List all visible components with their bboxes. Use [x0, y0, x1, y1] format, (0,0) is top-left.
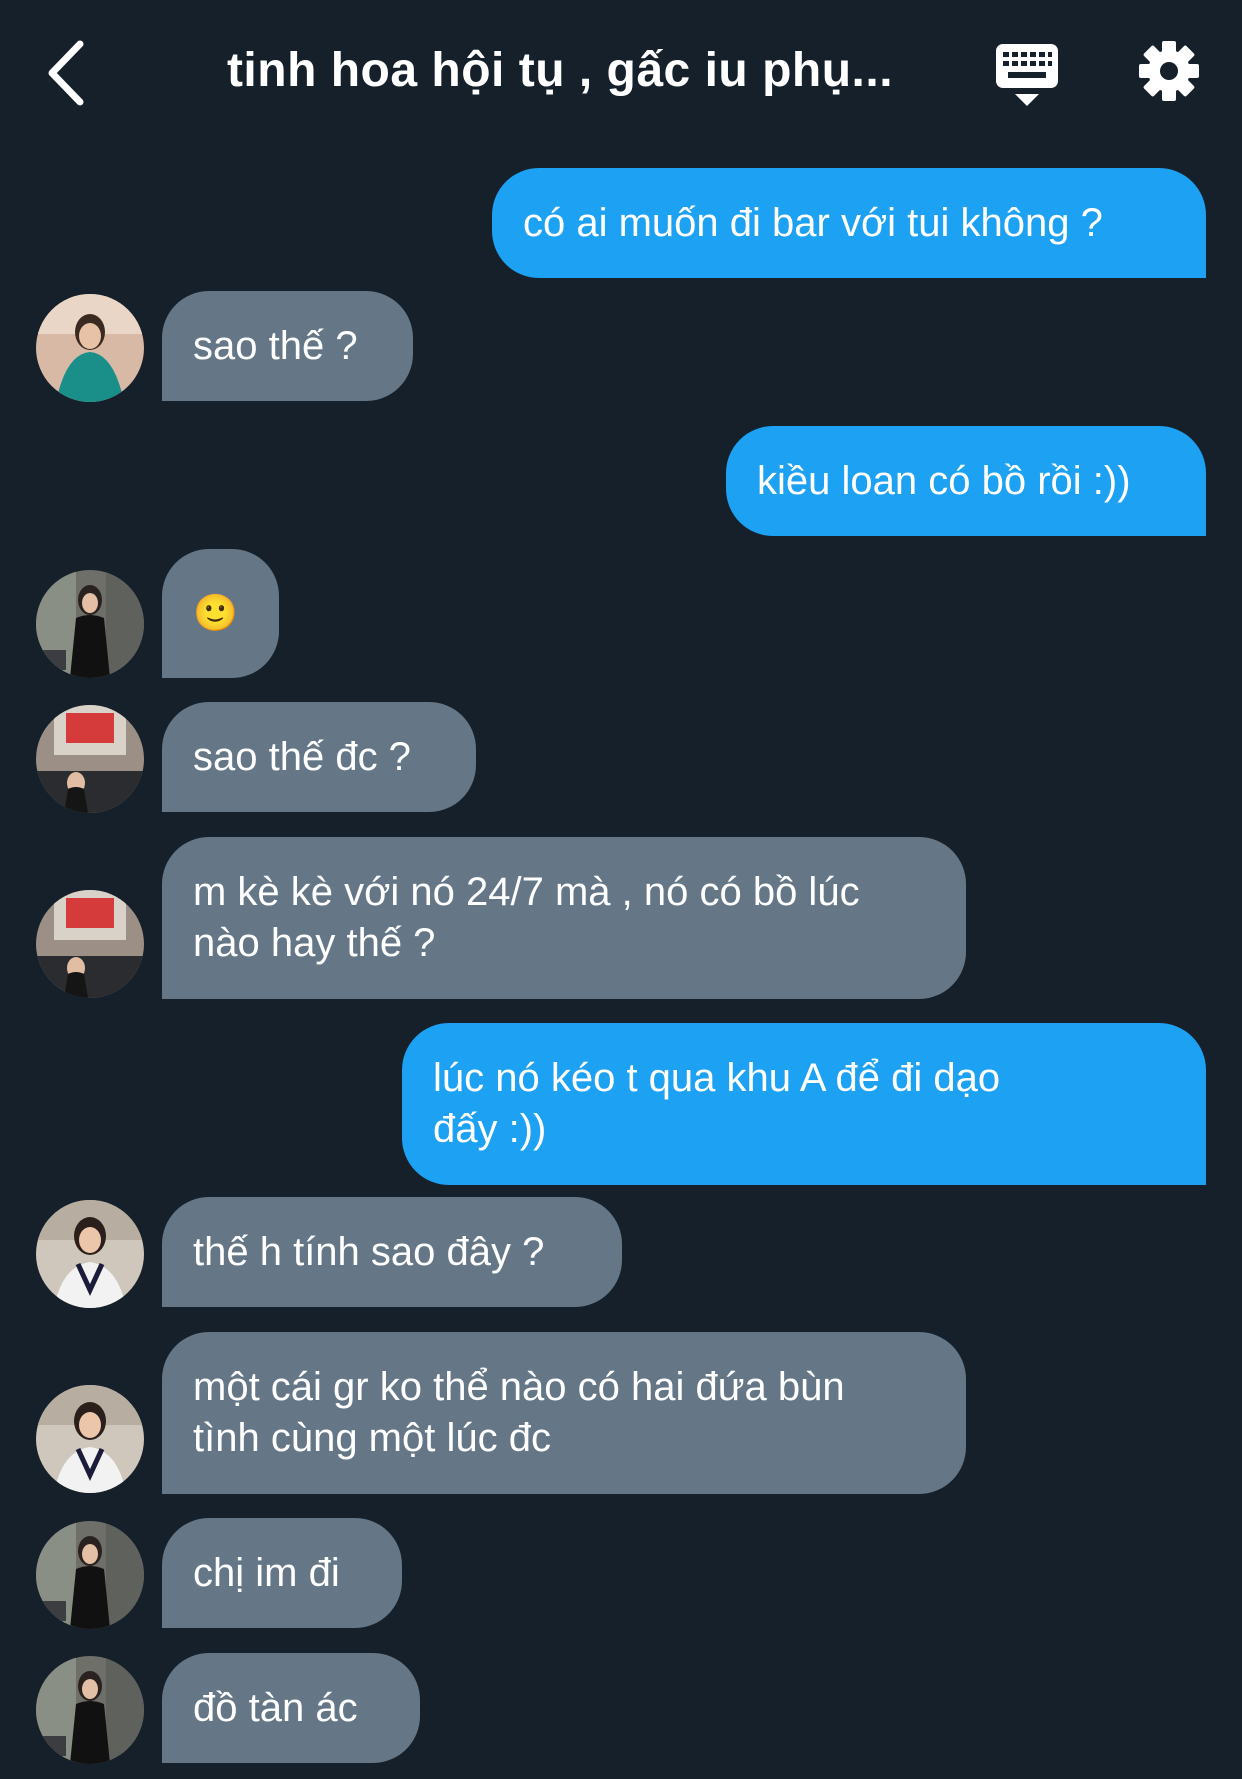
- avatar[interactable]: [36, 1521, 144, 1629]
- message-text: sao thế ?: [193, 323, 358, 368]
- message-bubble-incoming[interactable]: m kè kè với nó 24/7 mà , nó có bồ lúc nà…: [162, 837, 966, 999]
- message-bubble-outgoing[interactable]: lúc nó kéo t qua khu A để đi dạo đấy :)): [402, 1023, 1206, 1185]
- avatar[interactable]: [36, 1656, 144, 1764]
- message-bubble-outgoing[interactable]: kiều loan có bồ rồi :)): [726, 426, 1206, 536]
- avatar[interactable]: [36, 1385, 144, 1493]
- message-bubble-incoming[interactable]: sao thế đc ?: [162, 702, 476, 812]
- message-text: lúc nó kéo t qua khu A để đi dạo đấy :)): [433, 1056, 1001, 1151]
- message-bubble-incoming[interactable]: thế h tính sao đây ?: [162, 1197, 622, 1307]
- message-bubble-outgoing[interactable]: có ai muốn đi bar với tui không ?: [492, 168, 1206, 278]
- message-text: một cái gr ko thể nào có hai đứa bùn tìn…: [193, 1365, 845, 1460]
- message-text: sao thế đc ?: [193, 734, 411, 779]
- message-bubble-incoming[interactable]: một cái gr ko thể nào có hai đứa bùn tìn…: [162, 1332, 966, 1494]
- message-text: m kè kè với nó 24/7 mà , nó có bồ lúc nà…: [193, 870, 860, 965]
- avatar[interactable]: [36, 1200, 144, 1308]
- message-bubble-incoming[interactable]: đồ tàn ác: [162, 1653, 420, 1763]
- message-bubble-incoming[interactable]: 🙂: [162, 549, 279, 678]
- message-text: thế h tính sao đây ?: [193, 1229, 545, 1274]
- avatar[interactable]: [36, 705, 144, 813]
- message-text: kiều loan có bồ rồi :)): [757, 458, 1131, 503]
- avatar[interactable]: [36, 294, 144, 402]
- avatar[interactable]: [36, 890, 144, 998]
- smiling-face-emoji: 🙂: [193, 593, 238, 634]
- message-bubble-incoming[interactable]: sao thế ?: [162, 291, 413, 401]
- message-bubble-incoming[interactable]: chị im đi: [162, 1518, 402, 1628]
- avatar[interactable]: [36, 570, 144, 678]
- message-text: chị im đi: [193, 1550, 340, 1595]
- message-list: có ai muốn đi bar với tui không ? sao th…: [0, 0, 1242, 1779]
- message-text: có ai muốn đi bar với tui không ?: [523, 200, 1103, 245]
- message-text: đồ tàn ác: [193, 1685, 358, 1730]
